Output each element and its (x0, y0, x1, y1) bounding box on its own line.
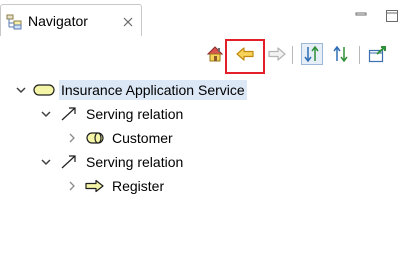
back-arrow-icon (236, 47, 254, 61)
link-to-editor-button[interactable] (367, 43, 389, 65)
toolbar-separator (359, 46, 360, 64)
serving-relation-icon (58, 106, 80, 122)
back-button[interactable] (234, 43, 256, 65)
chevron-right-icon[interactable] (64, 130, 80, 146)
navigator-toolbar (0, 36, 413, 76)
forward-arrow-icon (268, 47, 286, 61)
minimize-icon[interactable] (353, 8, 369, 24)
application-service-icon (33, 82, 55, 98)
link-to-editor-icon (368, 46, 386, 63)
chevron-down-icon[interactable] (38, 106, 54, 122)
navigator-icon (6, 14, 24, 30)
incoming-relations-button[interactable] (301, 43, 323, 65)
business-role-icon (84, 130, 106, 146)
outgoing-relations-button[interactable] (330, 43, 352, 65)
serving-relation-icon (58, 154, 80, 170)
tree-row-register[interactable]: Register (64, 174, 166, 198)
navigator-view: Navigator Insurance Application Service … (0, 0, 413, 269)
tab-bar: Navigator (0, 0, 413, 36)
tree-item-label: Serving relation (86, 106, 184, 122)
tab-navigator[interactable]: Navigator (0, 4, 142, 36)
tree-item-label: Insurance Application Service (59, 80, 247, 100)
maximize-icon[interactable] (384, 8, 400, 24)
outgoing-relations-icon (333, 45, 348, 63)
tree-item-label: Customer (112, 130, 173, 146)
chevron-right-icon[interactable] (64, 178, 80, 194)
tree-row-relation[interactable]: Serving relation (38, 150, 185, 174)
chevron-down-icon[interactable] (13, 82, 29, 98)
tree-row-relation[interactable]: Serving relation (38, 102, 185, 126)
tree-item-label: Serving relation (86, 154, 184, 170)
tree-item-label: Register (112, 178, 165, 194)
chevron-down-icon[interactable] (38, 154, 54, 170)
tab-navigator-label: Navigator (28, 13, 88, 29)
tree-row-customer[interactable]: Customer (64, 126, 175, 150)
toolbar-separator (292, 46, 293, 64)
business-process-icon (84, 178, 106, 194)
incoming-relations-icon (304, 45, 319, 63)
home-button[interactable] (204, 43, 226, 65)
home-icon (206, 46, 224, 62)
forward-button[interactable] (266, 43, 288, 65)
close-icon[interactable] (122, 15, 134, 27)
tree-row-root[interactable]: Insurance Application Service (13, 78, 247, 102)
